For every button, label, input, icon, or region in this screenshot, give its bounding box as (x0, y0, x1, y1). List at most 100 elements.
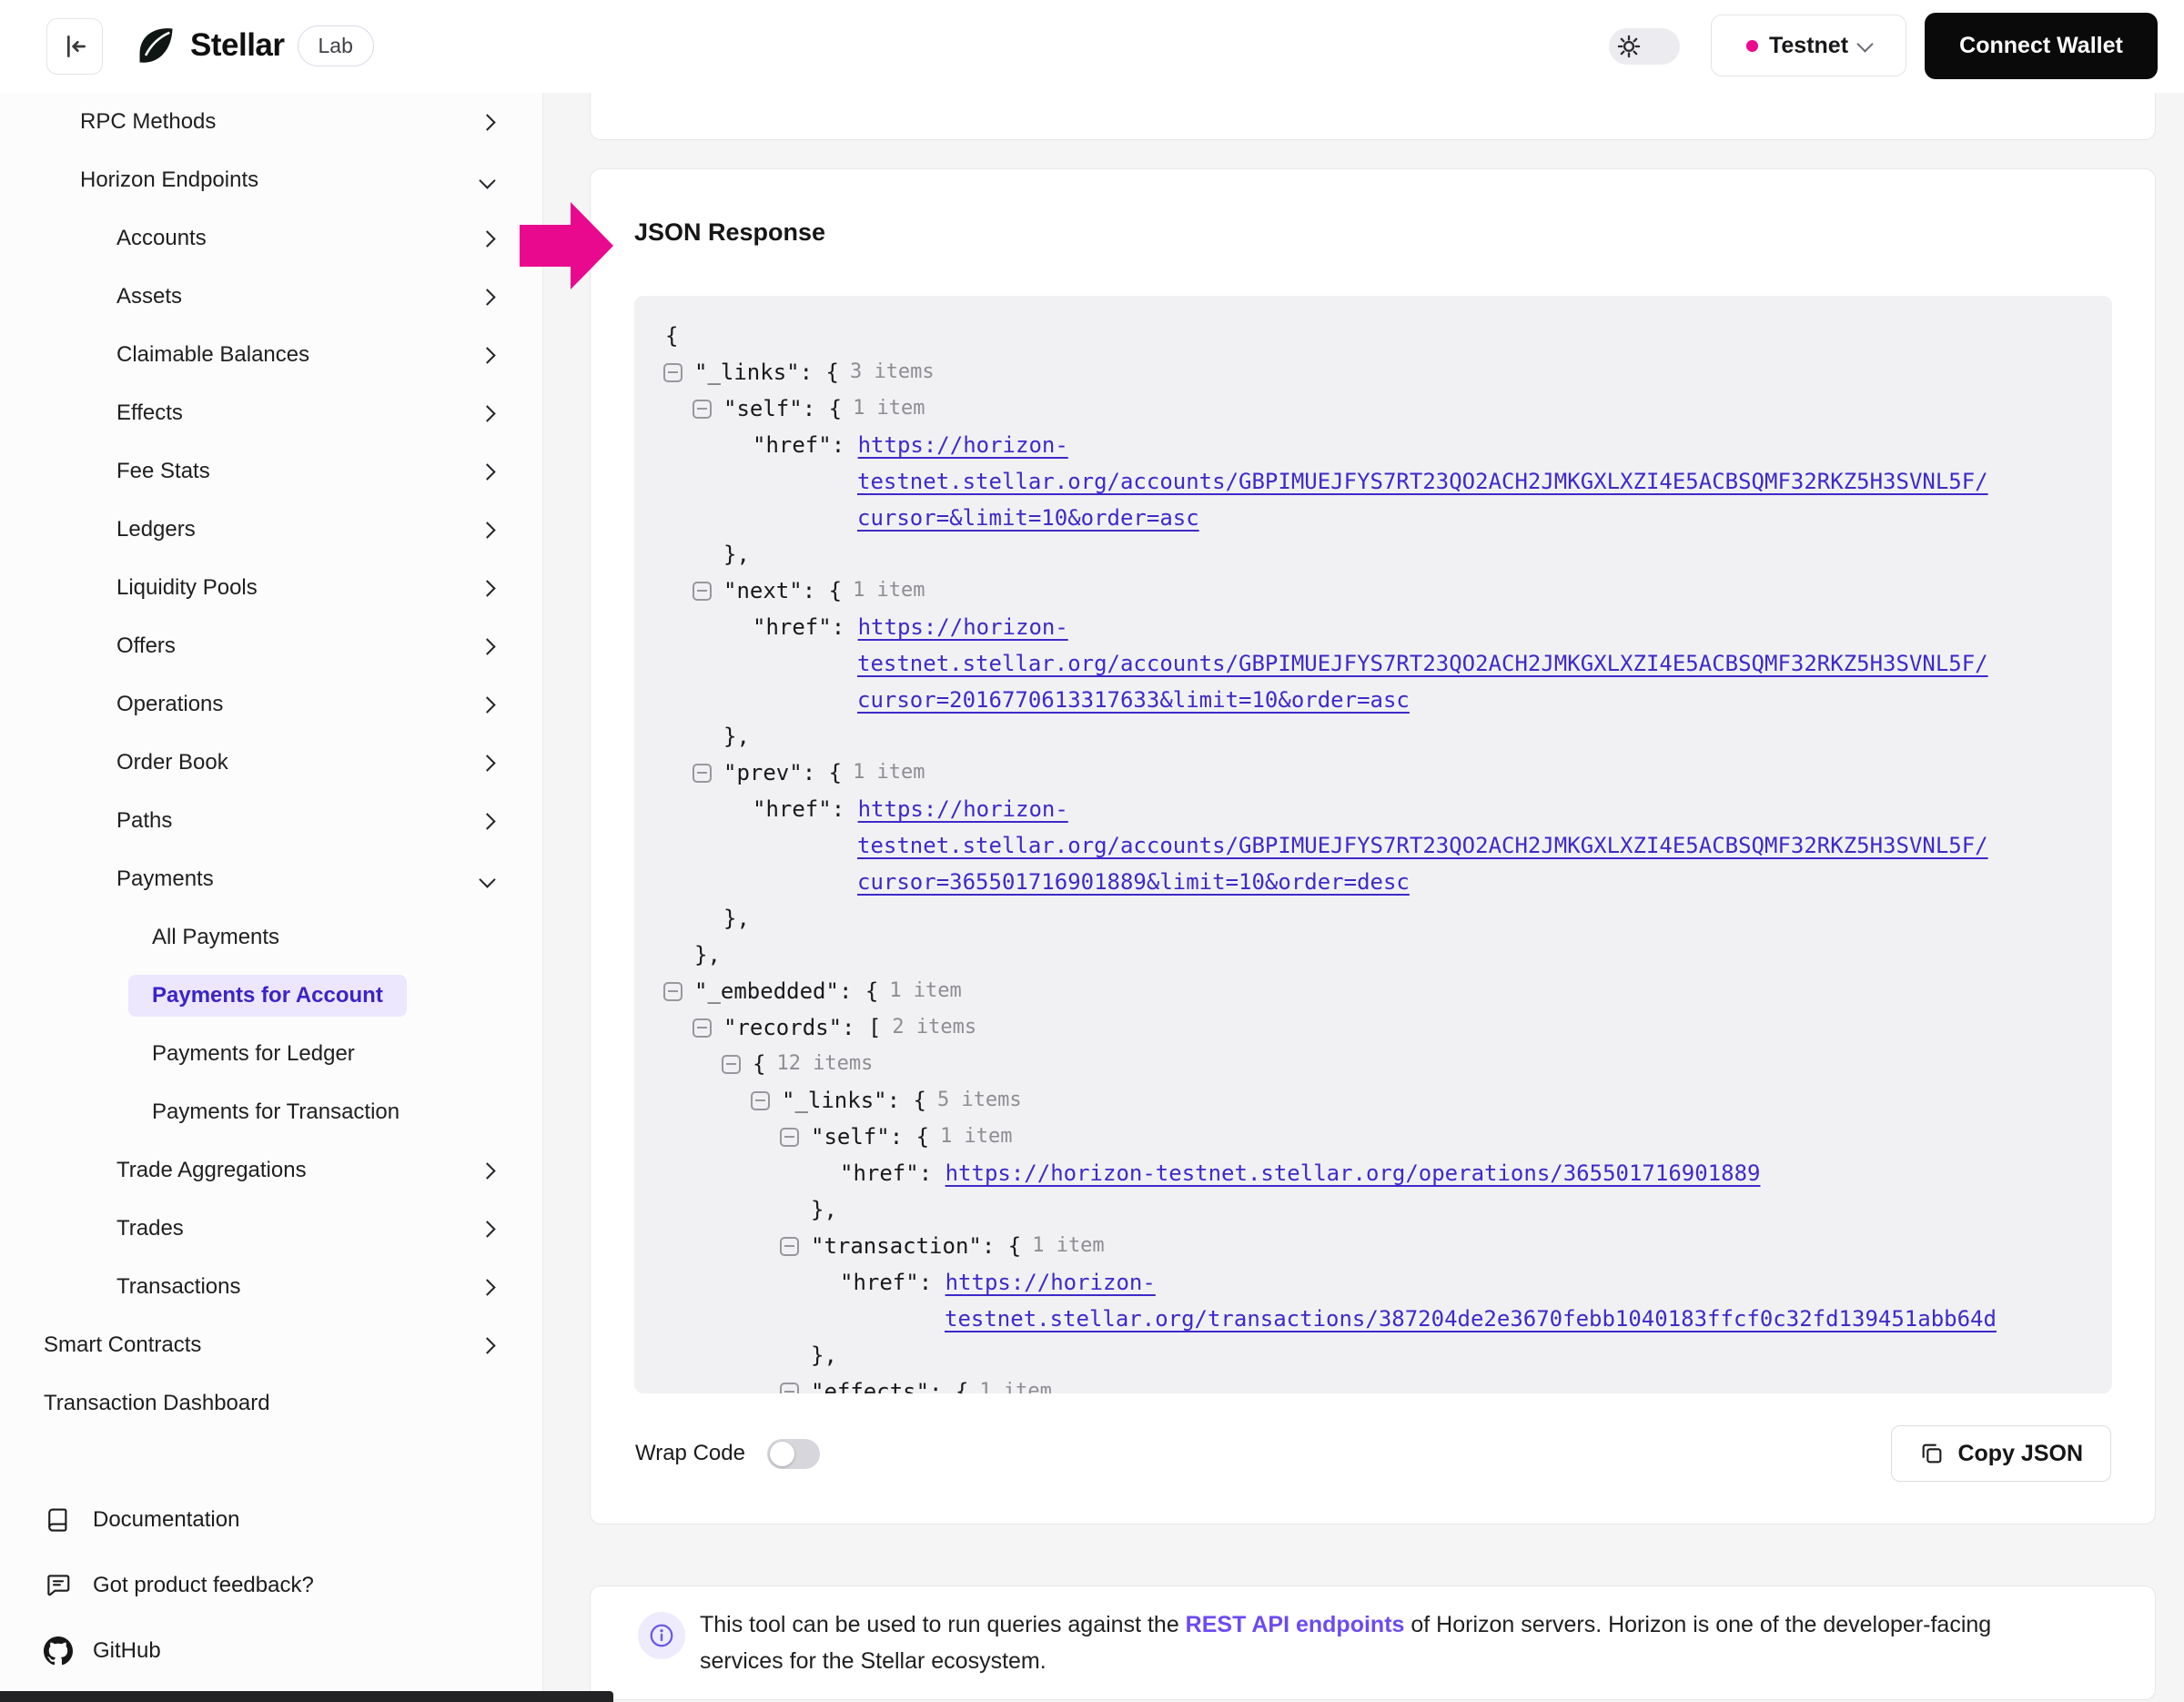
sidebar-item-operations[interactable]: Operations (0, 675, 542, 734)
sidebar-item-label: Fee Stats (116, 459, 210, 484)
json-link[interactable]: testnet.stellar.org/transactions/387204d… (945, 1301, 1997, 1337)
json-link[interactable]: cursor=2016770613317633&limit=10&order=a… (857, 682, 1410, 718)
sidebar-footer-label: Documentation (93, 1507, 239, 1533)
json-line: {12 items (634, 1046, 2112, 1082)
sidebar-footer-documentation[interactable]: Documentation (0, 1487, 542, 1553)
collapse-toggle-icon[interactable] (663, 982, 682, 1001)
json-viewer[interactable]: {"_links": {3 items"self": {1 item"href"… (634, 296, 2112, 1393)
json-link[interactable]: testnet.stellar.org/accounts/GBPIMUEJFYS… (857, 463, 1988, 500)
collapse-toggle-icon[interactable] (693, 1018, 712, 1038)
json-line: testnet.stellar.org/accounts/GBPIMUEJFYS… (634, 827, 2112, 864)
theme-toggle[interactable] (1609, 28, 1680, 65)
connect-wallet-button[interactable]: Connect Wallet (1925, 13, 2158, 79)
sidebar-item-claimable-balances[interactable]: Claimable Balances (0, 326, 542, 384)
collapse-toggle-icon[interactable] (693, 582, 712, 601)
sidebar-item-payments-for-ledger[interactable]: Payments for Ledger (0, 1025, 542, 1083)
sidebar-item-label: Payments for Account (128, 975, 407, 1017)
sidebar-item-payments-for-account[interactable]: Payments for Account (0, 967, 542, 1025)
sidebar-item-fee-stats[interactable]: Fee Stats (0, 442, 542, 501)
chevron-down-icon (479, 871, 495, 887)
json-line: "href": https://horizon-testnet.stellar.… (634, 1155, 2112, 1191)
wrap-code-label: Wrap Code (635, 1441, 745, 1466)
json-key: "href" (840, 1264, 919, 1301)
sidebar-footer-github[interactable]: GitHub (0, 1618, 542, 1684)
sidebar-item-effects[interactable]: Effects (0, 384, 542, 442)
sidebar-item-label: All Payments (152, 925, 279, 950)
chevron-down-icon (1856, 35, 1873, 52)
sidebar-item-label: Trade Aggregations (116, 1158, 307, 1183)
sidebar-item-label: Transaction Dashboard (44, 1391, 270, 1416)
sidebar-item-rpc-methods[interactable]: RPC Methods (0, 93, 542, 151)
info-banner: This tool can be used to run queries aga… (590, 1585, 2156, 1700)
json-key: "href" (840, 1155, 919, 1191)
collapse-toggle-icon[interactable] (780, 1128, 799, 1147)
json-key: "href" (753, 427, 832, 463)
sidebar-item-trades[interactable]: Trades (0, 1200, 542, 1258)
json-line: "href": https://horizon- (634, 427, 2112, 463)
json-link[interactable]: cursor=&limit=10&order=asc (857, 500, 1199, 536)
sidebar-item-label: Accounts (116, 226, 207, 251)
json-link[interactable]: https://horizon-testnet.stellar.org/oper… (945, 1155, 1761, 1191)
sidebar-nav: RPC MethodsHorizon Endpoints Accounts Asse… (0, 93, 542, 1433)
json-line: }, (634, 937, 2112, 973)
sidebar-item-order-book[interactable]: Order Book (0, 734, 542, 792)
json-link[interactable]: cursor=365501716901889&limit=10&order=de… (857, 864, 1410, 900)
json-meta: 1 item (853, 755, 925, 791)
collapse-toggle-icon[interactable] (693, 400, 712, 419)
collapse-toggle-icon[interactable] (722, 1055, 741, 1074)
sidebar-item-trade-aggregations[interactable]: Trade Aggregations (0, 1141, 542, 1200)
scrollbar-thumb[interactable] (0, 1691, 613, 1702)
lab-badge: Lab (298, 25, 374, 66)
collapse-toggle-icon[interactable] (780, 1383, 799, 1394)
json-meta: 1 item (853, 572, 925, 609)
json-key: "next" (723, 572, 803, 609)
wrap-code-toggle[interactable] (767, 1439, 820, 1469)
sidebar-item-transaction-dashboard[interactable]: Transaction Dashboard (0, 1374, 542, 1433)
sidebar-item-transactions[interactable]: Transactions (0, 1258, 542, 1316)
sidebar-item-paths[interactable]: Paths (0, 792, 542, 850)
json-line: "next": {1 item (634, 572, 2112, 609)
sidebar-item-assets[interactable]: Assets (0, 268, 542, 326)
previous-card-bottom (590, 93, 2156, 140)
collapse-toggle-icon[interactable] (663, 363, 682, 382)
sidebar-item-liquidity-pools[interactable]: Liquidity Pools (0, 559, 542, 617)
copy-json-button[interactable]: Copy JSON (1891, 1425, 2111, 1482)
feedback-icon (44, 1571, 73, 1600)
sidebar-item-label: Transactions (116, 1274, 241, 1300)
json-punct: : { (803, 390, 842, 427)
chevron-right-icon (479, 755, 495, 771)
network-selector[interactable]: Testnet (1711, 15, 1906, 76)
json-link[interactable]: https://horizon- (858, 791, 1068, 827)
toggle-knob (770, 1442, 794, 1466)
json-punct: }, (723, 718, 750, 755)
sidebar-item-ledgers[interactable]: Ledgers (0, 501, 542, 559)
sidebar-item-label: Trades (116, 1216, 184, 1241)
sidebar-item-payments-for-transaction[interactable]: Payments for Transaction (0, 1083, 542, 1141)
json-line: "records": [2 items (634, 1009, 2112, 1046)
json-punct: }, (811, 1337, 837, 1373)
collapse-toggle-icon[interactable] (693, 764, 712, 783)
sidebar-item-offers[interactable]: Offers (0, 617, 542, 675)
json-meta: 1 item (853, 390, 925, 427)
sidebar-item-all-payments[interactable]: All Payments (0, 908, 542, 967)
json-punct: : { (887, 1082, 926, 1119)
json-link[interactable]: testnet.stellar.org/accounts/GBPIMUEJFYS… (857, 645, 1988, 682)
sidebar-footer-got-product-feedback[interactable]: Got product feedback? (0, 1553, 542, 1618)
collapse-sidebar-button[interactable] (46, 18, 103, 75)
json-link[interactable]: https://horizon- (858, 427, 1068, 463)
json-link[interactable]: testnet.stellar.org/accounts/GBPIMUEJFYS… (857, 827, 1988, 864)
json-key: "href" (753, 609, 832, 645)
json-punct: }, (723, 900, 750, 937)
json-link[interactable]: https://horizon- (858, 609, 1068, 645)
json-key: "prev" (723, 755, 803, 791)
sidebar-item-smart-contracts[interactable]: Smart Contracts (0, 1316, 542, 1374)
rest-api-endpoints-link[interactable]: REST API endpoints (1186, 1612, 1405, 1637)
collapse-toggle-icon[interactable] (751, 1091, 770, 1110)
json-link[interactable]: https://horizon- (945, 1264, 1156, 1301)
sidebar-item-horizon-endpoints[interactable]: Horizon Endpoints (0, 151, 542, 209)
sidebar: RPC MethodsHorizon Endpoints Accounts Asse… (0, 93, 543, 1702)
sidebar-item-accounts[interactable]: Accounts (0, 209, 542, 268)
json-meta: 5 items (937, 1082, 1022, 1119)
sidebar-item-payments[interactable]: Payments (0, 850, 542, 908)
collapse-toggle-icon[interactable] (780, 1237, 799, 1256)
